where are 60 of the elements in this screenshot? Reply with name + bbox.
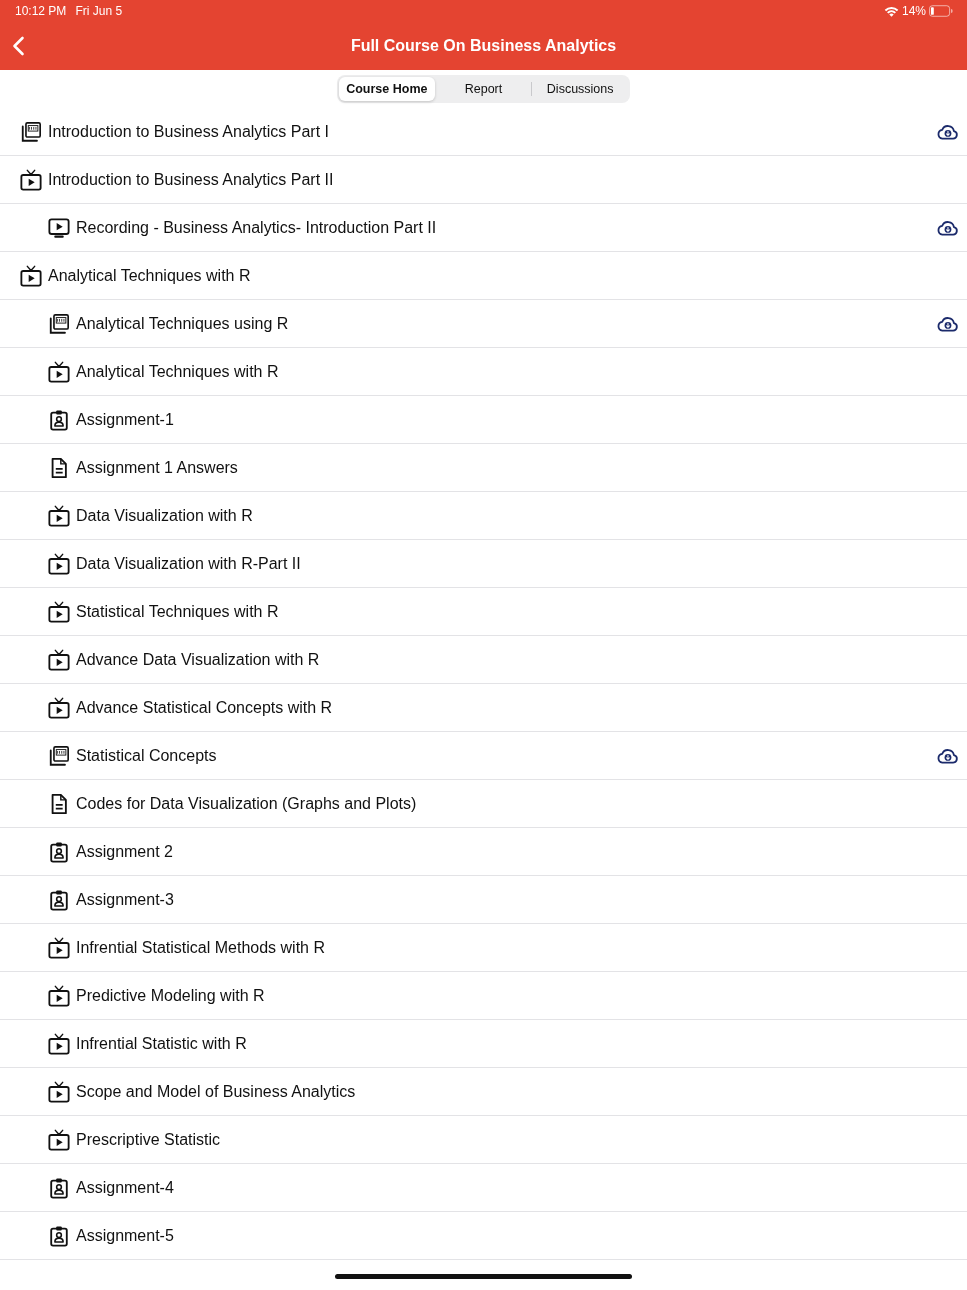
- tv-play-icon: [48, 1080, 70, 1103]
- segment-tab[interactable]: Report: [435, 77, 532, 101]
- lesson-title[interactable]: Recording - Business Analytics- Introduction Part II: [76, 218, 437, 237]
- lesson-title[interactable]: Codes for Data Visualization (Graphs and Plots): [76, 794, 417, 813]
- lesson-title[interactable]: Infrential Statistic with R: [76, 1034, 247, 1053]
- pdf-file-icon: [20, 120, 42, 143]
- cloud-download-icon[interactable]: [936, 219, 959, 236]
- lesson-title[interactable]: Analytical Techniques using R: [76, 314, 289, 333]
- lesson-title[interactable]: Infrential Statistical Methods with R: [76, 938, 325, 957]
- pdf-file-icon: [48, 312, 70, 335]
- lesson-title[interactable]: Statistical Techniques with R: [76, 602, 279, 621]
- tv-play-icon: [48, 648, 70, 671]
- lesson-title[interactable]: Advance Statistical Concepts with R: [76, 698, 333, 717]
- lesson-title[interactable]: Assignment-1: [76, 410, 174, 429]
- id-badge-icon: [48, 408, 70, 431]
- battery-percent: 14%: [901, 4, 926, 18]
- segment-tab[interactable]: Discussions: [532, 77, 628, 101]
- segment-tab[interactable]: Course Home: [339, 77, 435, 101]
- lesson-title[interactable]: Prescriptive Statistic: [76, 1130, 221, 1149]
- lesson-title[interactable]: Analytical Techniques with R: [76, 362, 279, 381]
- id-badge-icon: [48, 1176, 70, 1199]
- status-time: 10:12 PM: [15, 4, 67, 18]
- lesson-title[interactable]: Statistical Concepts: [76, 746, 217, 765]
- tv-play-icon: [20, 264, 42, 287]
- tv-play-icon: [48, 1032, 70, 1055]
- tv-play-icon: [20, 168, 42, 191]
- id-badge-icon: [48, 888, 70, 911]
- cloud-download-icon[interactable]: [936, 747, 959, 764]
- page-title: Full Course On Business Analytics: [350, 37, 617, 55]
- lesson-title[interactable]: Assignment-4: [76, 1178, 174, 1197]
- lesson-title[interactable]: Assignment-5: [76, 1226, 174, 1245]
- tv-play-icon: [48, 360, 70, 383]
- back-button[interactable]: [12, 36, 25, 56]
- lesson-title[interactable]: Assignment 1 Answers: [76, 458, 238, 477]
- monitor-play-icon: [48, 216, 70, 239]
- tv-play-icon: [48, 504, 70, 527]
- lesson-title[interactable]: Data Visualization with R-Part II: [76, 554, 301, 573]
- lesson-title[interactable]: Analytical Techniques with R: [48, 266, 251, 285]
- tv-play-icon: [48, 936, 70, 959]
- tv-play-icon: [48, 984, 70, 1007]
- battery-icon: [929, 5, 953, 17]
- status-date: Fri Jun 5: [75, 4, 123, 18]
- lesson-title[interactable]: Assignment 2: [76, 842, 173, 861]
- cloud-download-icon[interactable]: [936, 123, 959, 140]
- tv-play-icon: [48, 696, 70, 719]
- cloud-download-icon[interactable]: [936, 315, 959, 332]
- lesson-title[interactable]: Data Visualization with R: [76, 506, 253, 525]
- lesson-title[interactable]: Assignment-3: [76, 890, 174, 909]
- lesson-title[interactable]: Scope and Model of Business Analytics: [76, 1082, 356, 1101]
- id-badge-icon: [48, 1224, 70, 1247]
- lesson-title[interactable]: Predictive Modeling with R: [76, 986, 265, 1005]
- tv-play-icon: [48, 1128, 70, 1151]
- tv-play-icon: [48, 552, 70, 575]
- wifi-icon: [883, 5, 899, 17]
- lesson-title[interactable]: Introduction to Business Analytics Part I: [48, 122, 330, 141]
- id-badge-icon: [48, 840, 70, 863]
- lesson-title[interactable]: Introduction to Business Analytics Part II: [48, 170, 334, 189]
- pdf-file-icon: [48, 744, 70, 767]
- tv-play-icon: [48, 600, 70, 623]
- lesson-title[interactable]: Advance Data Visualization with R: [76, 650, 320, 669]
